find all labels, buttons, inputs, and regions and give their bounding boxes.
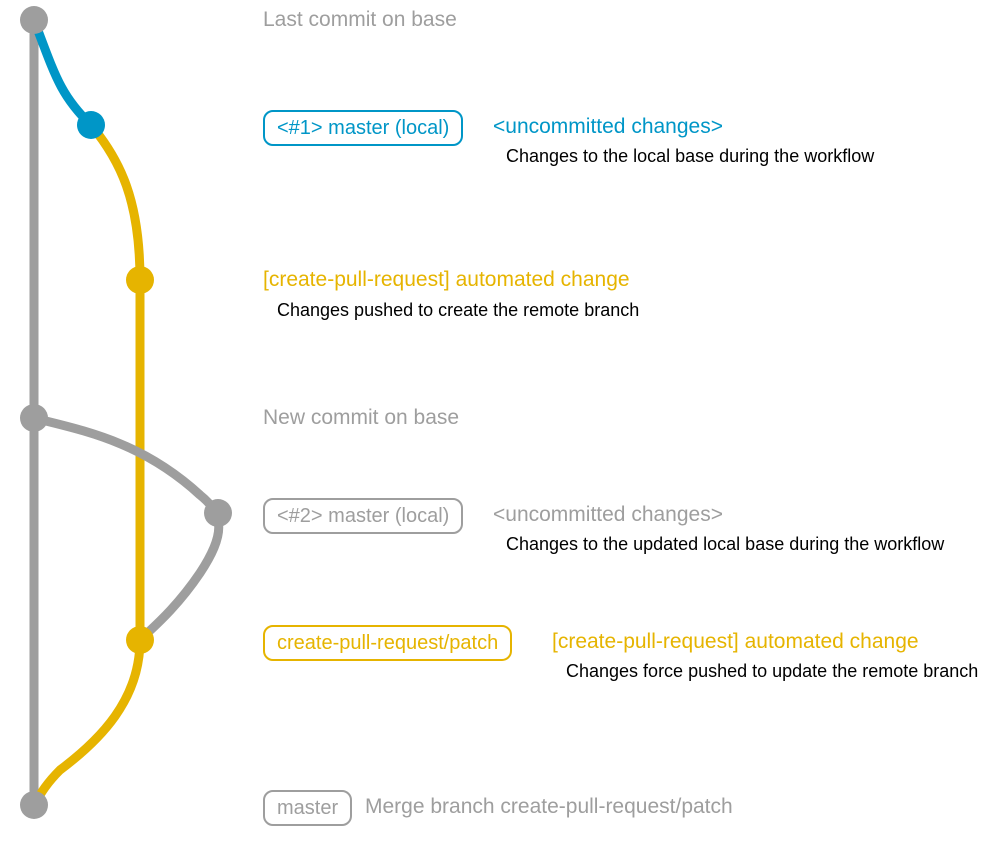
row-local-2-subtext: Changes to the updated local base during… <box>506 534 944 555</box>
dot-cpr-1 <box>126 266 154 294</box>
row-cpr-2-pill: create-pull-request/patch <box>263 625 512 661</box>
row-cpr-2-message: [create-pull-request] automated change <box>552 630 919 654</box>
dot-local-1 <box>77 111 105 139</box>
row-base-last-message: Last commit on base <box>263 8 457 32</box>
line-blue-local1 <box>34 20 91 125</box>
row-merge-pill: master <box>263 790 352 826</box>
row-local-1-subtext: Changes to the local base during the wor… <box>506 146 874 167</box>
row-local-1-message: <uncommitted changes> <box>493 115 723 139</box>
row-cpr-1-message: [create-pull-request] automated change <box>263 268 630 292</box>
row-local-1-pill: <#1> master (local) <box>263 110 463 146</box>
row-local-2-pill: <#2> master (local) <box>263 498 463 534</box>
row-cpr-1-subtext: Changes pushed to create the remote bran… <box>277 300 639 321</box>
dot-base-last <box>20 6 48 34</box>
row-local-2-message: <uncommitted changes> <box>493 503 723 527</box>
dot-merge <box>20 791 48 819</box>
dot-local-2 <box>204 499 232 527</box>
line-gold-branch <box>34 125 140 805</box>
row-base-new-message: New commit on base <box>263 406 459 430</box>
diagram-canvas: Last commit on base <#1> master (local) <u… <box>0 0 988 843</box>
row-merge-message: Merge branch create-pull-request/patch <box>365 795 733 819</box>
row-cpr-2-subtext: Changes force pushed to update the remot… <box>566 661 978 682</box>
dot-base-new <box>20 404 48 432</box>
line-gray-local2 <box>34 418 219 640</box>
dot-cpr-2 <box>126 626 154 654</box>
